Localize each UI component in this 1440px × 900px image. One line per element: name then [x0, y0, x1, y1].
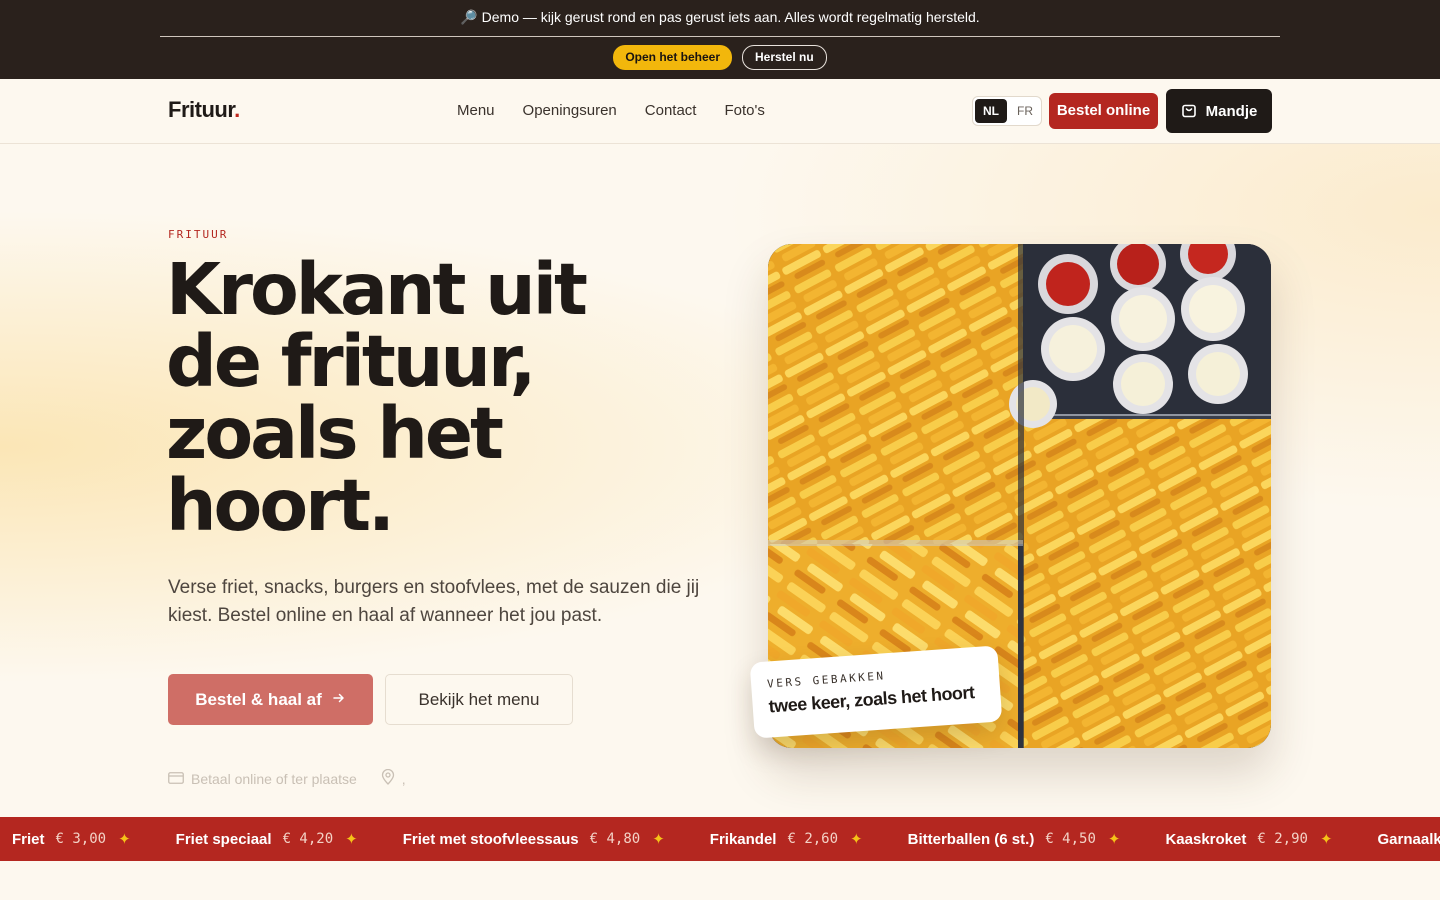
headline-line: hoort.	[166, 464, 395, 547]
order-online-button[interactable]: Bestel online	[1049, 93, 1158, 129]
arrow-right-icon	[332, 690, 346, 710]
price-ticker: Friet € 3,00 ✦ Friet speciaal € 4,20 ✦ F…	[0, 817, 1440, 861]
ticker-item: Kaaskroket € 2,90 ✦	[1165, 830, 1333, 849]
logo-dot: .	[234, 97, 240, 122]
location-info: ,	[381, 768, 406, 788]
demo-message: 🔎 Demo — kijk gerust rond en pas gerust …	[460, 9, 980, 25]
logo-text: Frituur	[168, 97, 235, 122]
star-icon: ✦	[652, 831, 665, 848]
ticker-item: Frikandel € 2,60 ✦	[709, 830, 863, 849]
nav-item-contact[interactable]: Contact	[645, 102, 697, 119]
demo-actions: Open het beheer Herstel nu	[0, 45, 1440, 70]
location-text: ,	[401, 770, 406, 787]
ticker-item-price: € 4,20	[282, 831, 334, 847]
star-icon: ✦	[1319, 831, 1333, 848]
nav-item-menu[interactable]: Menu	[457, 102, 495, 119]
ticker-item-price: € 4,80	[589, 831, 641, 847]
shopping-bag-icon	[1181, 103, 1197, 119]
cart-button[interactable]: Mandje	[1166, 89, 1272, 133]
ticker-item-price: € 2,60	[787, 831, 839, 847]
ticker-item-name: Kaaskroket	[1165, 830, 1247, 848]
ticker-item-price: € 4,50	[1045, 831, 1096, 847]
hero-section: FRITUUR Krokant uit de frituur, zoals he…	[0, 144, 1440, 817]
nav-item-openingsuren[interactable]: Openingsuren	[523, 102, 617, 119]
reset-now-button[interactable]: Herstel nu	[742, 45, 827, 70]
headline-line: zoals het	[166, 392, 504, 475]
lang-fr-button[interactable]: FR	[1011, 104, 1039, 118]
ticker-item: Friet met stoofvleessaus € 4,80 ✦	[402, 830, 665, 849]
order-pickup-button[interactable]: Bestel & haal af	[168, 674, 373, 725]
lang-nl-button[interactable]: NL	[975, 99, 1007, 123]
view-menu-button[interactable]: Bekijk het menu	[385, 674, 573, 725]
main-nav: Menu Openingsuren Contact Foto's	[457, 102, 765, 119]
star-icon: ✦	[118, 831, 131, 848]
nav-item-fotos[interactable]: Foto's	[724, 102, 764, 119]
ticker-item-price: € 3,00	[55, 831, 107, 847]
ticker-item-name: Bitterballen (6 st.)	[907, 830, 1035, 848]
headline-line: Krokant uit	[166, 248, 588, 331]
ticker-track: Friet € 3,00 ✦ Friet speciaal € 4,20 ✦ F…	[12, 817, 1440, 861]
ticker-item: Garnaalkroket € 4	[1378, 831, 1440, 848]
hero-eyebrow: FRITUUR	[168, 228, 229, 241]
ticker-item: Bitterballen (6 st.) € 4,50 ✦	[907, 830, 1121, 849]
order-pickup-label: Bestel & haal af	[195, 689, 322, 709]
ticker-item-name: Friet met stoofvleessaus	[402, 830, 579, 848]
ticker-item: Friet speciaal € 4,20 ✦	[175, 830, 358, 849]
language-switcher: NL FR	[972, 96, 1042, 126]
map-pin-icon	[381, 768, 395, 788]
star-icon: ✦	[345, 831, 358, 848]
cart-label: Mandje	[1205, 102, 1258, 120]
open-admin-button[interactable]: Open het beheer	[613, 45, 732, 70]
credit-card-icon	[168, 771, 184, 787]
hero-meta: Betaal online of ter plaatse ,	[168, 768, 406, 788]
logo[interactable]: Frituur.	[168, 97, 240, 123]
hero-subtext: Verse friet, snacks, burgers en stoofvle…	[168, 577, 700, 626]
star-icon: ✦	[1107, 831, 1121, 848]
ticker-item-name: Frikandel	[709, 830, 777, 848]
payment-text: Betaal online of ter plaatse	[191, 770, 357, 787]
ticker-item-name: Garnaalkroket	[1377, 830, 1440, 848]
hero-headline: Krokant uit de frituur, zoals het hoort.	[166, 254, 726, 542]
demo-banner: 🔎 Demo — kijk gerust rond en pas gerust …	[0, 0, 1440, 79]
ticker-item-price: € 2,90	[1257, 831, 1308, 847]
headline-line: de frituur,	[166, 320, 537, 403]
site-header: Frituur. Menu Openingsuren Contact Foto'…	[0, 79, 1440, 144]
star-icon: ✦	[850, 831, 863, 848]
ticker-item-name: Friet speciaal	[175, 830, 272, 848]
payment-info: Betaal online of ter plaatse	[168, 771, 357, 787]
ticker-item: Friet € 3,00 ✦	[12, 830, 131, 849]
ticker-item-name: Friet	[12, 830, 45, 848]
demo-divider	[160, 36, 1280, 37]
